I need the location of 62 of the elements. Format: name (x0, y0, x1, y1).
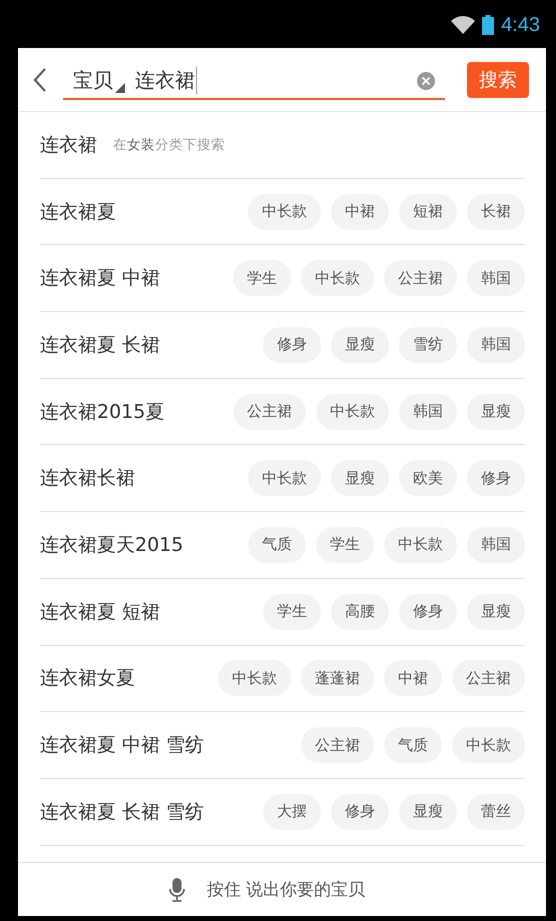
suggestion-text[interactable]: 连衣裙夏 中裙 雪纺 (40, 732, 204, 758)
tag-chip[interactable]: 蓬蓬裙 (301, 660, 374, 696)
tag-chip[interactable]: 中长款 (316, 394, 389, 430)
tag-chip[interactable]: 公主裙 (233, 394, 306, 430)
search-field[interactable]: 宝贝 连衣裙 (63, 64, 445, 100)
query-text: 连衣裙 (135, 67, 197, 94)
tag-chip[interactable]: 韩国 (467, 326, 525, 363)
suggestion-text[interactable]: 连衣裙夏 中裙 (40, 265, 160, 292)
clock-time: 4:43 (501, 14, 540, 36)
tag-chip[interactable]: 修身 (331, 794, 389, 830)
tag-chip[interactable]: 修身 (467, 460, 525, 496)
tag-chip[interactable]: 修身 (399, 594, 457, 630)
tag-chip[interactable]: 显瘦 (399, 794, 457, 830)
tag-chip[interactable]: 中长款 (218, 660, 291, 696)
suggestion-text[interactable]: 连衣裙女夏 (40, 665, 135, 692)
tag-chip[interactable]: 气质 (384, 727, 442, 764)
suggestion-text[interactable]: 连衣裙夏 短裙 (40, 598, 160, 625)
tag-chip[interactable]: 显瘦 (467, 394, 525, 430)
clear-icon[interactable] (417, 72, 435, 90)
tag-chip[interactable]: 蕾丝 (467, 794, 525, 830)
caret-icon[interactable] (115, 83, 125, 93)
tag-chip[interactable]: 气质 (248, 526, 306, 563)
voice-search-label[interactable]: 按住 说出你要的宝贝 (206, 878, 366, 901)
tag-chip[interactable]: 中长款 (248, 460, 321, 496)
suggestion-text[interactable]: 连衣裙夏 (40, 198, 116, 225)
tag-chip[interactable]: 中裙 (331, 194, 389, 230)
tag-chip[interactable]: 学生 (263, 594, 321, 630)
tag-chip[interactable]: 中长款 (301, 260, 374, 296)
tag-chip[interactable]: 学生 (233, 260, 291, 296)
tag-chip[interactable]: 韩国 (467, 526, 525, 563)
tag-chip[interactable]: 公主裙 (384, 260, 457, 296)
battery-icon (482, 15, 494, 35)
category-hint: 在女装分类下搜索 (113, 136, 225, 154)
tag-chip[interactable]: 修身 (263, 326, 321, 363)
tag-chip[interactable]: 欧美 (399, 460, 457, 496)
tag-chip[interactable]: 雪纺 (399, 326, 457, 363)
tag-chip[interactable]: 显瘦 (467, 594, 525, 630)
back-icon[interactable] (33, 66, 47, 92)
tag-chip[interactable]: 公主裙 (452, 660, 525, 696)
suggestion-text[interactable]: 连衣裙 (40, 132, 97, 158)
tag-chip[interactable]: 韩国 (467, 260, 525, 296)
tag-chip[interactable]: 大摆 (263, 794, 321, 830)
tag-chip[interactable]: 中裙 (384, 660, 442, 696)
tag-chip[interactable]: 显瘦 (331, 460, 389, 496)
tag-chip[interactable]: 显瘦 (331, 326, 389, 363)
suggestion-text[interactable]: 连衣裙夏 长裙 (40, 332, 160, 358)
suggestion-text[interactable]: 连衣裙2015夏 (40, 398, 164, 425)
suggestion-text[interactable]: 连衣裙夏 长裙 雪纺 (40, 798, 204, 825)
tag-chip[interactable]: 长裙 (467, 194, 525, 230)
tag-chip[interactable]: 韩国 (399, 394, 457, 430)
tag-chip[interactable]: 公主裙 (301, 727, 374, 764)
scope-dropdown[interactable]: 宝贝 (73, 67, 125, 94)
tag-chip[interactable]: 中长款 (384, 526, 457, 563)
suggestion-text[interactable]: 连衣裙长裙 (40, 465, 135, 492)
suggestion-text[interactable]: 连衣裙夏天2015 (40, 532, 184, 558)
tag-chip[interactable]: 中长款 (452, 727, 525, 764)
tag-chip[interactable]: 学生 (316, 526, 374, 563)
wifi-icon (451, 16, 476, 34)
tag-chip[interactable]: 高腰 (331, 594, 389, 630)
tag-chip[interactable]: 中长款 (248, 194, 321, 230)
tag-chip[interactable]: 短裙 (399, 194, 457, 230)
microphone-icon[interactable] (168, 878, 185, 902)
